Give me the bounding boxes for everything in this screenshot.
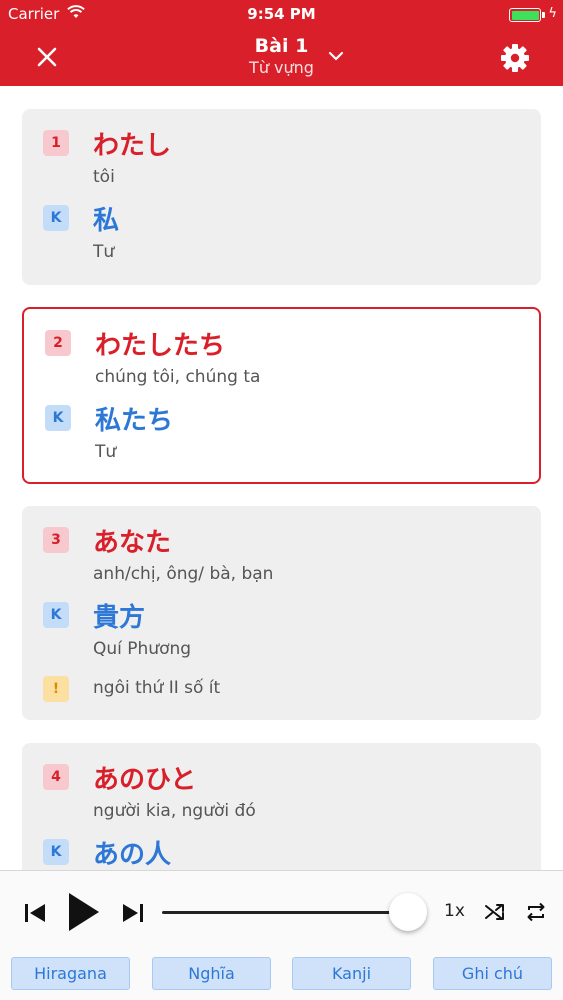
shuffle-icon[interactable]: [483, 901, 507, 923]
playback-speed[interactable]: 1x: [444, 901, 465, 921]
clock: 9:54 PM: [247, 5, 316, 23]
chevron-down-icon[interactable]: [326, 48, 346, 64]
word-kanji: 貴方: [93, 603, 146, 633]
kanji-badge: K: [45, 405, 71, 431]
word-hiragana: わたし: [93, 131, 172, 161]
kanji-reading: Quí Phương: [93, 639, 192, 659]
charging-icon: ϟ: [548, 6, 557, 21]
filter-meaning-button[interactable]: Nghĩa: [152, 957, 271, 990]
word-number-badge: 1: [43, 130, 69, 156]
vocab-card[interactable]: 4 あのひと người kia, người đó K あの人: [22, 743, 541, 870]
page-subtitle: Từ vựng: [249, 58, 314, 77]
word-hiragana: わたしたち: [95, 331, 226, 361]
note-badge: !: [43, 676, 69, 702]
word-meaning: anh/chị, ông/ bà, bạn: [93, 564, 274, 584]
skip-previous-icon[interactable]: [22, 901, 48, 925]
battery-tip: [542, 12, 545, 18]
skip-next-icon[interactable]: [120, 901, 146, 925]
word-number-badge: 3: [43, 527, 69, 553]
filter-notes-button[interactable]: Ghi chú: [433, 957, 552, 990]
word-hiragana: あのひと: [93, 765, 197, 795]
filter-kanji-button[interactable]: Kanji: [292, 957, 411, 990]
word-number-badge: 2: [45, 330, 71, 356]
kanji-reading: Tư: [93, 242, 115, 262]
filter-hiragana-button[interactable]: Hiragana: [11, 957, 130, 990]
word-kanji: あの人: [93, 840, 172, 870]
word-meaning: người kia, người đó: [93, 801, 256, 821]
progress-thumb[interactable]: [389, 893, 427, 931]
vocab-list[interactable]: 1 わたし tôi K 私 Tư 2 わたしたち chúng tôi, chún…: [0, 86, 563, 870]
title-block[interactable]: Bài 1 Từ vựng: [0, 34, 563, 78]
vocab-card-selected[interactable]: 2 わたしたち chúng tôi, chúng ta K 私たち Tư: [22, 307, 541, 484]
play-icon[interactable]: [66, 891, 102, 933]
word-kanji: 私たち: [95, 406, 174, 436]
word-kanji: 私: [93, 206, 120, 236]
kanji-badge: K: [43, 602, 69, 628]
word-meaning: chúng tôi, chúng ta: [95, 367, 261, 387]
nav-bar: Bài 1 Từ vựng: [0, 28, 563, 86]
filter-bar: Hiragana Nghĩa Kanji Ghi chú: [0, 957, 563, 991]
vocab-card[interactable]: 1 わたし tôi K 私 Tư: [22, 109, 541, 285]
kanji-badge: K: [43, 205, 69, 231]
progress-track[interactable]: [162, 911, 408, 914]
word-meaning: tôi: [93, 167, 115, 187]
vocab-card[interactable]: 3 あなた anh/chị, ông/ bà, bạn K 貴方 Quí Phư…: [22, 506, 541, 720]
page-title: Bài 1: [254, 35, 309, 57]
battery-icon: [509, 8, 541, 22]
status-bar: Carrier 9:54 PM ϟ: [0, 0, 563, 28]
word-note: ngôi thứ II số ít: [93, 678, 221, 698]
kanji-reading: Tư: [95, 442, 117, 462]
kanji-badge: K: [43, 839, 69, 865]
gear-icon[interactable]: [497, 40, 533, 76]
word-number-badge: 4: [43, 764, 69, 790]
audio-player: 1x Hiragana Nghĩa Kanji Ghi chú: [0, 870, 563, 1000]
word-hiragana: あなた: [93, 528, 172, 558]
repeat-icon[interactable]: [524, 901, 548, 923]
